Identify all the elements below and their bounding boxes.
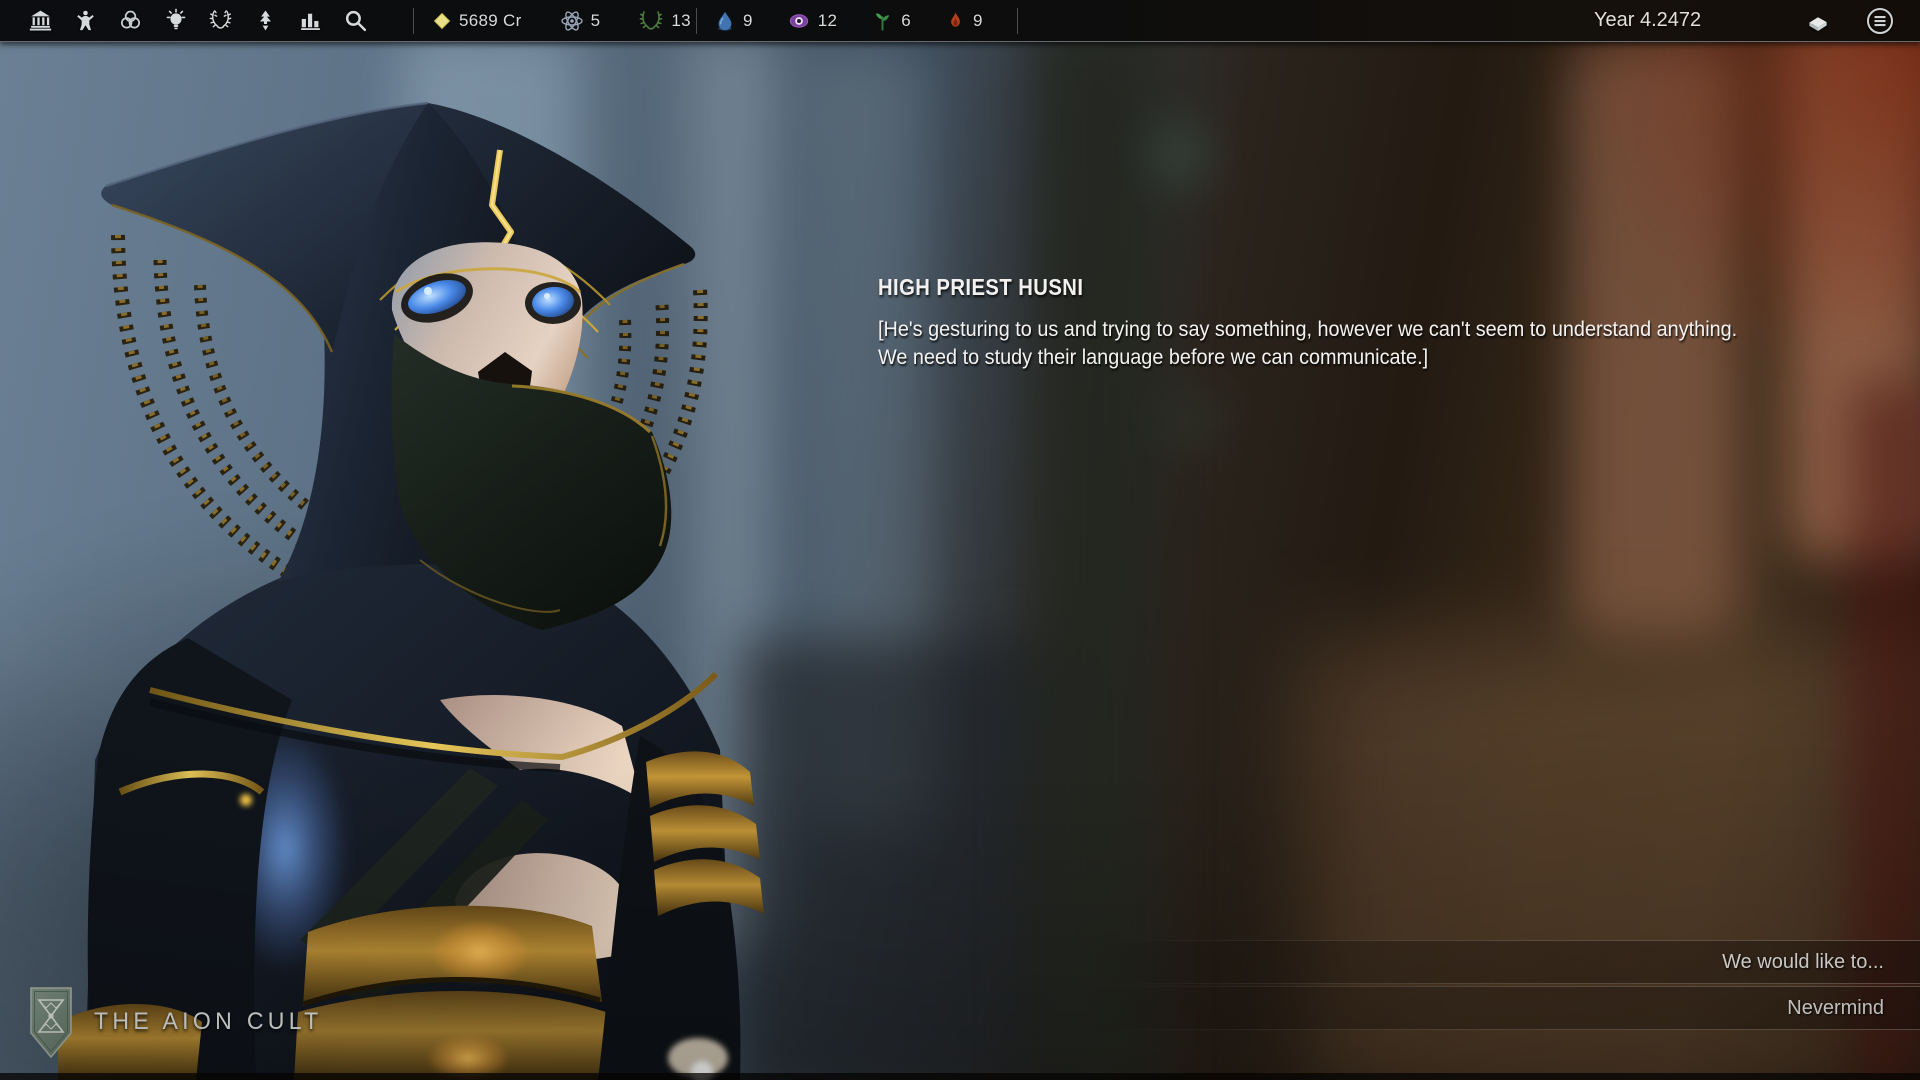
dialogue-option-label: We would like to... — [0, 940, 1920, 984]
search-icon[interactable] — [343, 7, 368, 34]
sprout-icon — [871, 9, 894, 33]
dialogue-line: We need to study their language before w… — [878, 344, 1880, 372]
statistics-bars-icon[interactable] — [298, 7, 323, 34]
menu-button[interactable] — [1858, 7, 1902, 35]
heat-value: 9 — [973, 11, 983, 31]
research-bulb-icon[interactable] — [163, 7, 188, 34]
credits-value: 5689 Cr — [459, 11, 522, 31]
psi-value: 12 — [818, 11, 838, 31]
influence-value: 13 — [671, 11, 691, 31]
laurel-wreath-icon[interactable] — [208, 7, 233, 34]
dialogue-line: [He's gesturing to us and trying to say … — [878, 316, 1880, 344]
water-resource[interactable]: 9 — [714, 9, 753, 33]
credits-diamond-icon — [432, 11, 452, 31]
faction-banner: THE AION CULT — [28, 984, 332, 1060]
laurel-icon — [638, 9, 664, 33]
psi-resource[interactable]: 12 — [787, 10, 838, 32]
flame-icon — [945, 9, 966, 33]
heat-resource[interactable]: 9 — [945, 9, 983, 33]
credits-resource[interactable]: 5689 Cr — [432, 11, 522, 31]
faction-shield-icon — [28, 984, 74, 1060]
hamburger-menu-icon — [1865, 6, 1895, 36]
influence-resource[interactable]: 13 — [638, 9, 691, 33]
bottom-edge-strip — [0, 1073, 1920, 1080]
water-drop-icon — [714, 9, 736, 33]
water-value: 9 — [743, 11, 753, 31]
resource-group-secondary: 9 12 6 9 — [714, 0, 983, 41]
expansion-spade-icon[interactable] — [253, 7, 278, 34]
codex-book-button[interactable] — [1796, 7, 1840, 35]
background-red-glow — [1500, 0, 1920, 340]
dialogue-body: [He's gesturing to us and trying to say … — [878, 316, 1880, 372]
population-icon[interactable] — [73, 7, 98, 34]
top-nav-icons — [28, 0, 368, 41]
year-display: Year 4.2472 — [1594, 0, 1701, 41]
temple-icon[interactable] — [28, 7, 53, 34]
trinity-icon[interactable] — [118, 7, 143, 34]
topbar-divider — [413, 8, 414, 34]
resource-group-primary: 5689 Cr 5 13 — [432, 0, 691, 41]
dialogue-option-we-would-like-to[interactable]: We would like to... — [0, 940, 1920, 984]
atom-icon — [560, 9, 584, 33]
game-screen: 5689 Cr 5 13 9 12 6 9 Year 4.2472 — [0, 0, 1920, 1080]
background-beam — [1030, 20, 1160, 1080]
dialogue-speaker-name: HIGH PRIEST HUSNI — [878, 274, 1083, 301]
topbar-divider — [1017, 8, 1018, 34]
faction-name: THE AION CULT — [94, 1008, 323, 1036]
research-resource[interactable]: 5 — [560, 9, 601, 33]
topbar-divider — [696, 8, 697, 34]
growth-value: 6 — [901, 11, 911, 31]
research-value: 5 — [591, 11, 601, 31]
book-icon — [1800, 8, 1836, 34]
background-glint — [1180, 400, 1210, 440]
background-glint — [1160, 130, 1200, 180]
growth-resource[interactable]: 6 — [871, 9, 911, 33]
character-portrait-high-priest — [0, 0, 780, 1080]
eye-icon — [787, 10, 811, 32]
